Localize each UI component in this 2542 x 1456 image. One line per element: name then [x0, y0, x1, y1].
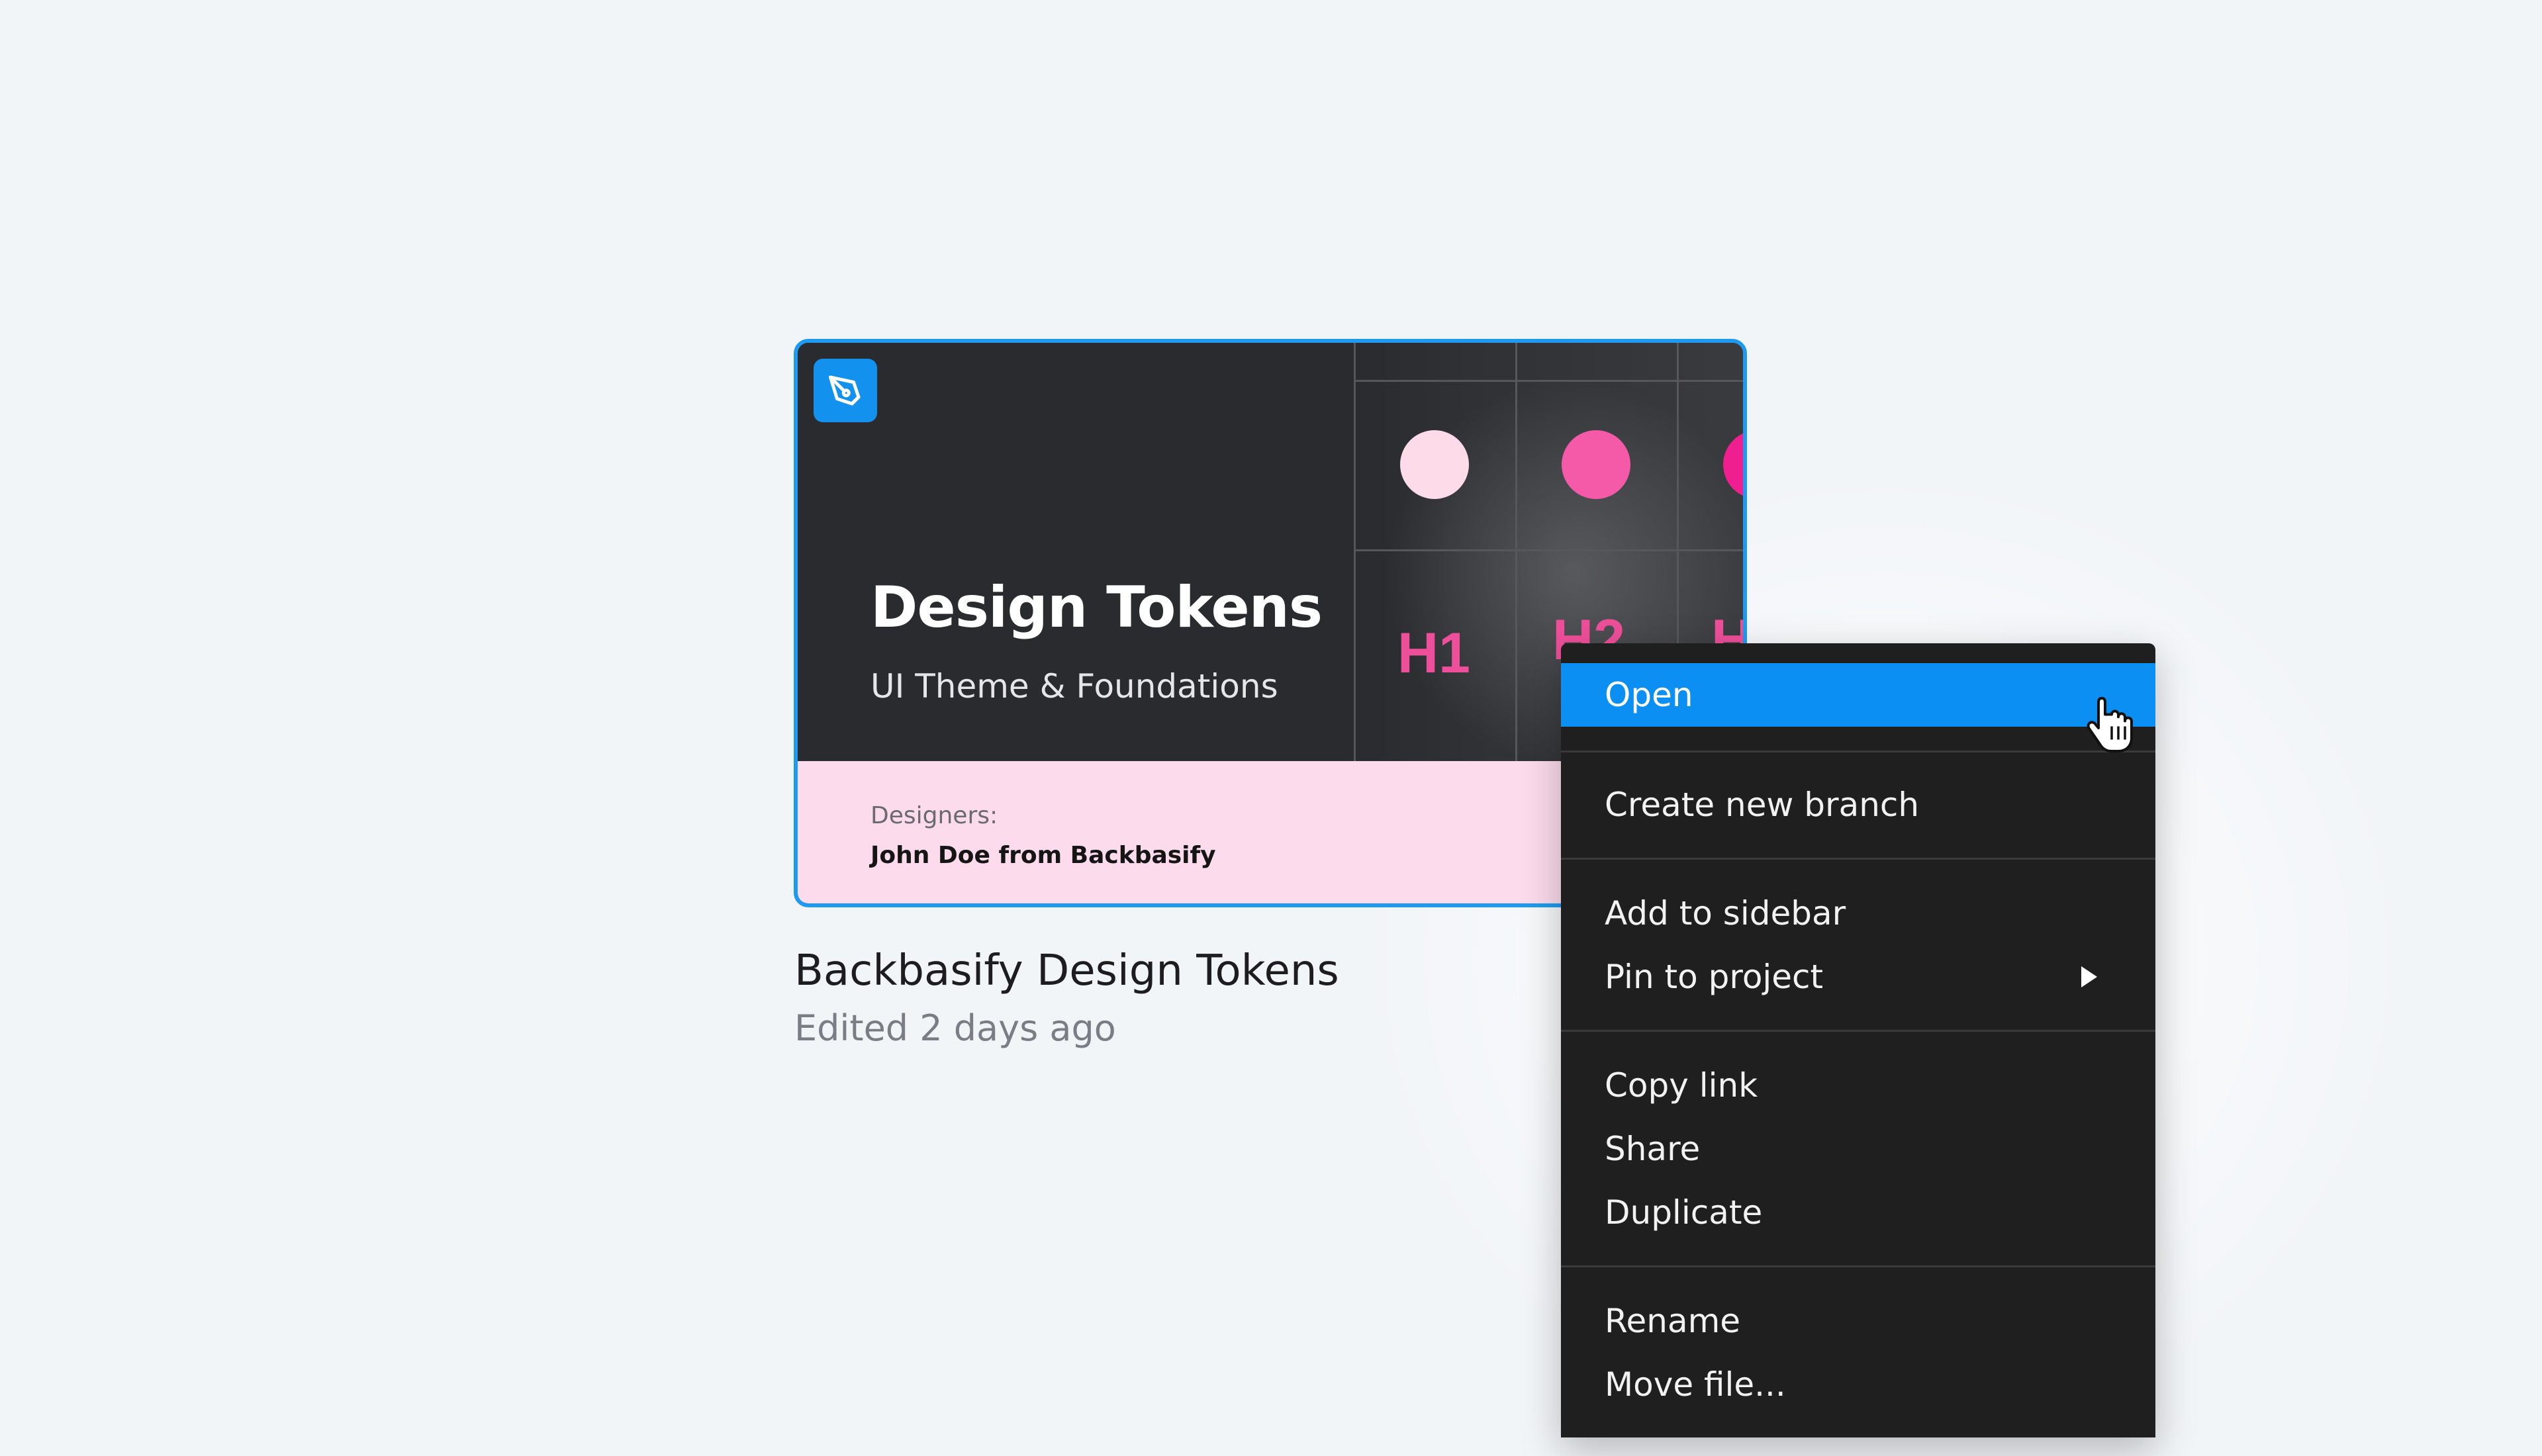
- heading-sample-h1: H1: [1397, 621, 1470, 685]
- menu-separator: [1561, 1030, 2155, 1032]
- menu-item-move-file[interactable]: Move file...: [1561, 1353, 2155, 1416]
- hand-pointer-icon: [2085, 695, 2138, 761]
- pen-tool-icon: [814, 359, 877, 422]
- menu-item-label: Share: [1605, 1130, 1701, 1168]
- menu-item-label: Move file...: [1605, 1365, 1786, 1404]
- context-menu: Open Create new branch Add to sidebar Pi…: [1561, 643, 2155, 1437]
- submenu-arrow-icon: [2081, 966, 2097, 987]
- menu-item-create-new-branch[interactable]: Create new branch: [1561, 773, 2155, 837]
- menu-item-label: Create new branch: [1605, 786, 1920, 824]
- menu-item-rename[interactable]: Rename: [1561, 1289, 2155, 1353]
- grid-line: [1354, 380, 1743, 382]
- grid-line: [1354, 549, 1743, 551]
- menu-item-label: Add to sidebar: [1605, 894, 1846, 933]
- menu-item-label: Open: [1605, 676, 1693, 714]
- menu-separator: [1561, 858, 2155, 860]
- grid-line: [1515, 343, 1517, 761]
- menu-item-label: Duplicate: [1605, 1193, 1763, 1232]
- color-swatch-pink: [1562, 430, 1630, 499]
- menu-item-duplicate[interactable]: Duplicate: [1561, 1181, 2155, 1244]
- menu-item-open[interactable]: Open: [1561, 663, 2155, 727]
- menu-item-add-to-sidebar[interactable]: Add to sidebar: [1561, 882, 2155, 945]
- menu-item-copy-link[interactable]: Copy link: [1561, 1054, 2155, 1117]
- menu-separator: [1561, 1265, 2155, 1267]
- menu-item-pin-to-project[interactable]: Pin to project: [1561, 945, 2155, 1009]
- menu-item-label: Rename: [1605, 1302, 1741, 1340]
- designers-label: Designers:: [871, 802, 998, 829]
- menu-item-share[interactable]: Share: [1561, 1117, 2155, 1181]
- file-edited-time: Edited 2 days ago: [794, 1007, 1116, 1049]
- menu-separator: [1561, 751, 2155, 752]
- color-swatch-light-pink: [1400, 430, 1469, 499]
- color-swatch-magenta: [1723, 430, 1743, 499]
- menu-item-label: Copy link: [1605, 1066, 1758, 1105]
- card-title: Design Tokens: [871, 574, 1323, 641]
- menu-item-label: Pin to project: [1605, 958, 1824, 996]
- card-subtitle: UI Theme & Foundations: [871, 667, 1278, 705]
- grid-line: [1354, 343, 1356, 761]
- designers-name: John Doe from Backbasify: [871, 842, 1216, 869]
- file-name[interactable]: Backbasify Design Tokens: [794, 946, 1339, 995]
